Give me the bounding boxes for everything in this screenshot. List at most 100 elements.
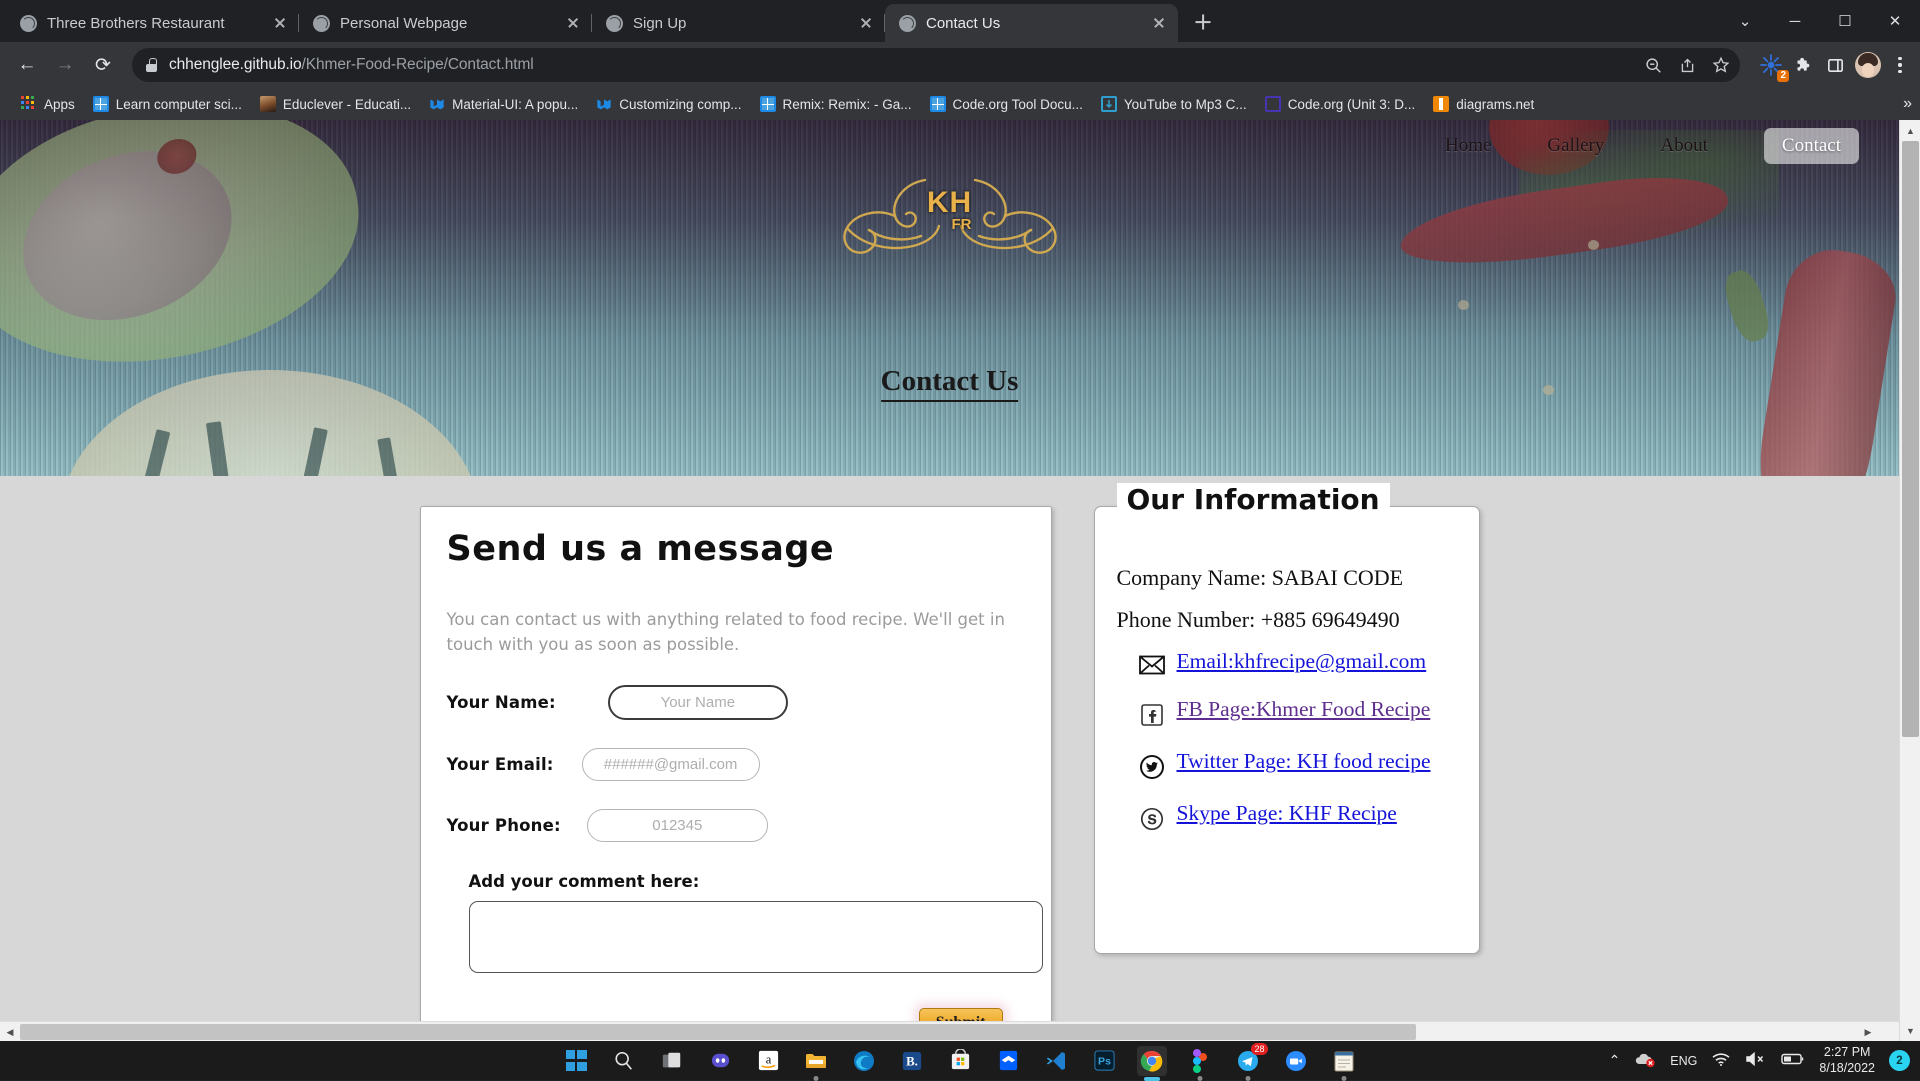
maximize-icon[interactable]: ☐ [1820, 0, 1870, 42]
form-row-phone: Your Phone: [447, 809, 1025, 842]
email-field[interactable] [582, 748, 760, 781]
scroll-up-arrow-icon[interactable]: ▲ [1900, 120, 1920, 141]
notepad-app[interactable] [1329, 1046, 1359, 1076]
vertical-scrollbar[interactable]: ▲ ▼ [1899, 120, 1920, 1041]
name-field[interactable] [608, 685, 788, 720]
language-indicator[interactable]: ENG [1670, 1054, 1697, 1068]
window-icon [93, 96, 109, 112]
address-bar-url: chhenglee.github.io/Khmer-Food-Recipe/Co… [169, 56, 534, 74]
new-tab-button[interactable] [1186, 5, 1220, 39]
back-button[interactable]: ← [10, 48, 44, 82]
three-dot-menu-icon[interactable] [1890, 57, 1910, 73]
tab-close-icon[interactable] [271, 14, 289, 32]
bookmark-codeorg-tool-documentation[interactable]: Code.org Tool Docu... [921, 93, 1092, 115]
photoshop-app[interactable]: Ps [1089, 1046, 1119, 1076]
vscode-app[interactable] [1041, 1046, 1071, 1076]
web-page: KH FR Home Gallery About Contact Contact… [0, 120, 1899, 1000]
vscode-icon [1044, 1049, 1068, 1073]
tab-three-brothers-restaurant[interactable]: Three Brothers Restaurant [6, 4, 299, 42]
bookmark-codeorg-unit3[interactable]: Code.org (Unit 3: D... [1256, 93, 1425, 115]
vertical-scrollbar-thumb[interactable] [1902, 141, 1919, 737]
bookmark-label: Customizing comp... [619, 97, 741, 112]
bookmark-youtube-to-mp3[interactable]: YouTube to Mp3 C... [1092, 93, 1256, 115]
telegram-badge: 28 [1251, 1043, 1268, 1055]
nav-item-home[interactable]: Home [1445, 135, 1491, 157]
horizontal-scrollbar-thumb[interactable] [20, 1024, 1416, 1040]
nav-item-contact[interactable]: Contact [1764, 128, 1859, 164]
tab-close-icon[interactable] [1150, 14, 1168, 32]
site-logo[interactable]: KH FR [825, 160, 1075, 265]
tab-contact-us[interactable]: Contact Us [885, 4, 1178, 42]
restore-down-icon[interactable]: ⌄ [1720, 0, 1770, 42]
telegram-app[interactable]: 28 [1233, 1046, 1263, 1076]
discord-app[interactable] [705, 1046, 735, 1076]
bookmark-educlever[interactable]: Educlever - Educati... [251, 93, 420, 115]
puzzle-icon[interactable] [1793, 54, 1815, 76]
contact-link-twitter: Twitter Page: KH food recipe [1139, 749, 1479, 779]
bookmark-star-icon[interactable] [1710, 54, 1732, 76]
email-link[interactable]: Email:khfrecipe@gmail.com [1177, 649, 1427, 674]
zoom-out-icon[interactable] [1642, 54, 1664, 76]
bookmark-label: Apps [44, 97, 75, 112]
notification-badge[interactable]: 2 [1889, 1050, 1910, 1071]
wifi-icon[interactable] [1711, 1051, 1731, 1070]
volume-muted-icon[interactable] [1745, 1051, 1767, 1070]
tab-close-icon[interactable] [564, 14, 582, 32]
file-explorer-app[interactable] [801, 1046, 831, 1076]
task-view-button[interactable] [657, 1046, 687, 1076]
bookmark-apps[interactable]: Apps [12, 93, 84, 115]
address-bar[interactable]: chhenglee.github.io/Khmer-Food-Recipe/Co… [132, 48, 1740, 82]
reload-button[interactable]: ⟳ [86, 48, 120, 82]
bitwarden-app[interactable]: B. [897, 1046, 927, 1076]
bookmark-diagrams-net[interactable]: diagrams.net [1424, 93, 1543, 115]
chrome-icon [1140, 1049, 1164, 1073]
contact-link-skype: Skype Page: KHF Recipe [1139, 801, 1479, 831]
nav-item-gallery[interactable]: Gallery [1547, 135, 1604, 157]
search-button[interactable] [609, 1046, 639, 1076]
clock-date: 8/18/2022 [1819, 1061, 1875, 1077]
url-path: /Khmer-Food-Recipe/Contact.html [302, 56, 534, 73]
tab-sign-up[interactable]: Sign Up [592, 4, 885, 42]
page-title: Contact Us [881, 365, 1019, 402]
dropbox-app[interactable] [993, 1046, 1023, 1076]
bookmark-learn-computer-science[interactable]: Learn computer sci... [84, 93, 251, 115]
zoom-app[interactable] [1281, 1046, 1311, 1076]
forward-button[interactable]: → [48, 48, 82, 82]
start-button[interactable] [561, 1046, 591, 1076]
phone-label: Your Phone: [447, 816, 561, 835]
discord-icon [709, 1049, 732, 1072]
tab-strip: Three Brothers Restaurant Personal Webpa… [0, 0, 1920, 42]
amazon-app[interactable]: a [753, 1046, 783, 1076]
scroll-right-arrow-icon[interactable]: ▶ [1858, 1022, 1878, 1041]
horizontal-scrollbar[interactable]: ◀ ▶ [0, 1021, 1899, 1041]
share-icon[interactable] [1676, 54, 1698, 76]
bookmark-customizing-components[interactable]: Customizing comp... [587, 93, 750, 115]
minimize-icon[interactable]: ─ [1770, 0, 1820, 42]
close-window-icon[interactable]: ✕ [1870, 0, 1920, 42]
mui-icon [429, 96, 445, 112]
tray-chevron-up-icon[interactable]: ⌃ [1609, 1052, 1621, 1069]
facebook-link[interactable]: FB Page:Khmer Food Recipe [1177, 697, 1431, 722]
battery-icon[interactable] [1781, 1052, 1805, 1069]
scroll-left-arrow-icon[interactable]: ◀ [0, 1022, 20, 1041]
profile-avatar[interactable] [1855, 52, 1881, 78]
onedrive-error-icon[interactable] [1634, 1050, 1656, 1071]
bookmark-remix[interactable]: Remix: Remix: - Ga... [751, 93, 921, 115]
twitter-link[interactable]: Twitter Page: KH food recipe [1177, 749, 1431, 774]
skype-link[interactable]: Skype Page: KHF Recipe [1177, 801, 1397, 826]
phone-field[interactable] [587, 809, 768, 842]
side-panel-icon[interactable] [1824, 54, 1846, 76]
chrome-app[interactable] [1137, 1046, 1167, 1076]
extension-sun-icon[interactable]: 2 [1758, 52, 1784, 78]
microsoft-store-app[interactable] [945, 1046, 975, 1076]
figma-app[interactable] [1185, 1046, 1215, 1076]
clock[interactable]: 2:27 PM 8/18/2022 [1819, 1045, 1875, 1076]
tab-close-icon[interactable] [857, 14, 875, 32]
edge-app[interactable] [849, 1046, 879, 1076]
bookmarks-overflow-button[interactable]: » [1903, 95, 1912, 113]
tab-personal-webpage[interactable]: Personal Webpage [299, 4, 592, 42]
scroll-down-arrow-icon[interactable]: ▼ [1900, 1020, 1920, 1041]
comment-textarea[interactable] [469, 901, 1043, 973]
nav-item-about[interactable]: About [1660, 135, 1708, 157]
bookmark-material-ui[interactable]: Material-UI: A popu... [420, 93, 587, 115]
